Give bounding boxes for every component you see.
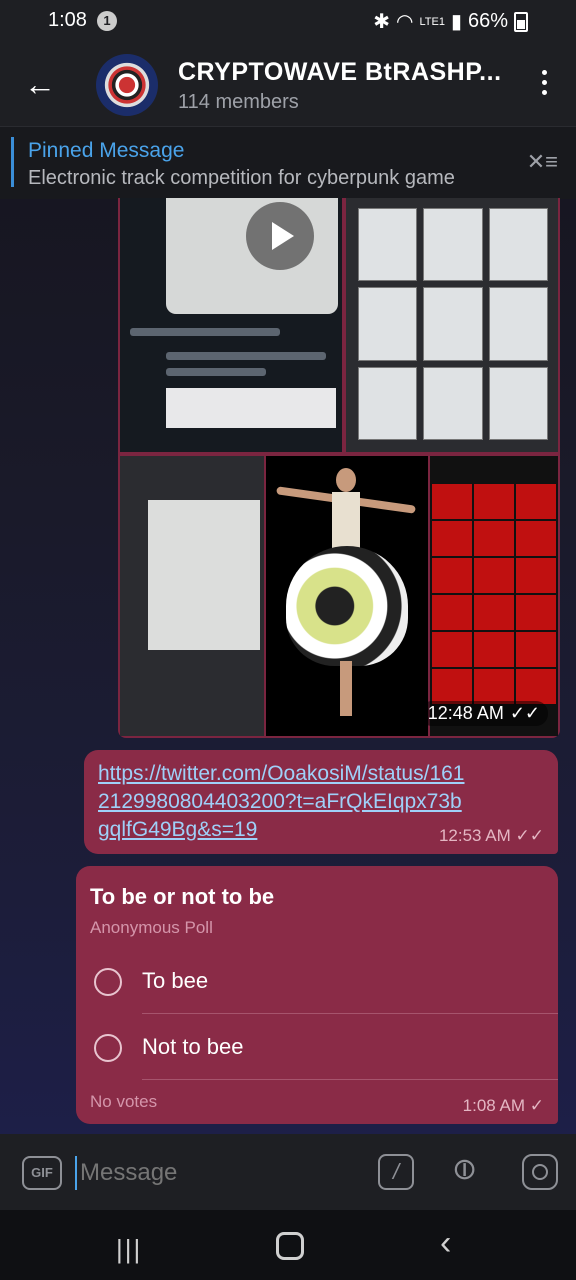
text-cursor	[75, 1156, 77, 1190]
figure-skirt	[286, 546, 408, 666]
battery-icon	[514, 11, 528, 32]
tweet-line	[166, 368, 266, 376]
pinned-text: Electronic track competition for cyberpu…	[28, 167, 455, 189]
camera-icon[interactable]	[522, 1154, 558, 1190]
chat-title[interactable]: CRYPTOWAVE BtRASHP...	[178, 58, 502, 87]
editor-canvas	[148, 500, 260, 650]
message-composer: GIF / ⊘	[0, 1134, 576, 1210]
home-icon[interactable]	[276, 1232, 304, 1260]
tweet-image	[166, 388, 336, 428]
attach-icon[interactable]: ⊘	[443, 1148, 486, 1191]
red-thumbnail-grid	[432, 484, 556, 704]
nav-back-icon[interactable]: ‹	[440, 1224, 451, 1263]
gif-button[interactable]: GIF	[22, 1156, 62, 1190]
album-editor-tile[interactable]	[120, 456, 264, 736]
system-navigation-bar: ||| ‹	[0, 1210, 576, 1280]
media-album: 12:48 AM ✓✓	[118, 198, 560, 738]
notification-count-badge: 1	[97, 11, 117, 31]
message-timestamp: 12:53 AM ✓✓	[439, 826, 544, 846]
double-check-icon: ✓✓	[515, 826, 545, 845]
signal-icon: ▮	[450, 11, 462, 33]
poll-option-label: To bee	[142, 968, 209, 993]
pinned-label: Pinned Message	[28, 139, 185, 162]
radio-icon[interactable]	[94, 1034, 122, 1062]
tweet-line	[130, 328, 280, 336]
album-dress-tile[interactable]	[266, 456, 428, 736]
check-icon: ✓	[529, 1096, 544, 1115]
bluetooth-icon: ✱	[373, 11, 391, 33]
network-label: LTE1	[419, 15, 445, 28]
group-avatar[interactable]	[96, 54, 158, 116]
play-icon[interactable]	[246, 202, 314, 270]
radio-icon[interactable]	[94, 968, 122, 996]
back-arrow-icon[interactable]: ←	[24, 66, 56, 103]
tweet-link[interactable]: https://twitter.com/OoakosiM/status/1612…	[98, 760, 468, 844]
poll-option[interactable]: Not to bee	[76, 1014, 558, 1080]
figure-top	[332, 492, 360, 552]
pinned-message-bar[interactable]: Pinned Message Electronic track competit…	[0, 126, 576, 199]
divider	[142, 1079, 558, 1080]
recent-apps-icon[interactable]: |||	[116, 1234, 142, 1265]
poll-option-label: Not to bee	[142, 1034, 244, 1059]
wifi-icon: ◠	[396, 11, 414, 33]
poll-bubble: To be or not to be Anonymous Poll To bee…	[76, 866, 558, 1124]
message-time-text: 12:53 AM	[438, 826, 511, 845]
status-time: 1:08	[48, 9, 87, 31]
more-options-icon[interactable]	[542, 70, 548, 100]
message-input[interactable]	[78, 1158, 342, 1188]
album-video-tile[interactable]	[120, 198, 342, 452]
tweet-line	[166, 352, 326, 360]
album-gallery-tile[interactable]	[430, 456, 558, 736]
poll-question: To be or not to be	[90, 884, 275, 909]
pinned-indicator	[11, 137, 14, 187]
member-count: 114 members	[178, 91, 299, 113]
poll-timestamp: 1:08 AM ✓	[463, 1096, 544, 1116]
figure-head	[336, 468, 356, 492]
poll-type: Anonymous Poll	[90, 918, 213, 937]
video-preview	[166, 198, 338, 314]
thumbnail-grid	[358, 208, 548, 440]
album-grid-tile[interactable]	[346, 198, 558, 452]
chat-header: ← CRYPTOWAVE BtRASHP... 114 members	[0, 44, 576, 126]
poll-option[interactable]: To bee	[76, 948, 558, 1014]
double-check-icon: ✓✓	[509, 703, 540, 723]
poll-votes: No votes	[90, 1092, 158, 1111]
pinned-list-icon[interactable]: ✕≡	[527, 149, 558, 175]
album-time-text: 12:48 AM	[427, 703, 504, 723]
battery-percent: 66%	[467, 10, 508, 32]
album-timestamp: 12:48 AM ✓✓	[419, 701, 548, 726]
figure-legs	[340, 661, 352, 716]
status-bar: 1:08 1 ✱ ◠ LTE1 ▮ 66%	[0, 0, 576, 44]
bot-commands-icon[interactable]: /	[378, 1154, 414, 1190]
status-icons: ✱ ◠ LTE1 ▮ 66%	[373, 9, 528, 34]
poll-time-text: 1:08 AM	[462, 1096, 526, 1115]
link-message-bubble[interactable]: https://twitter.com/OoakosiM/status/1612…	[84, 750, 558, 854]
